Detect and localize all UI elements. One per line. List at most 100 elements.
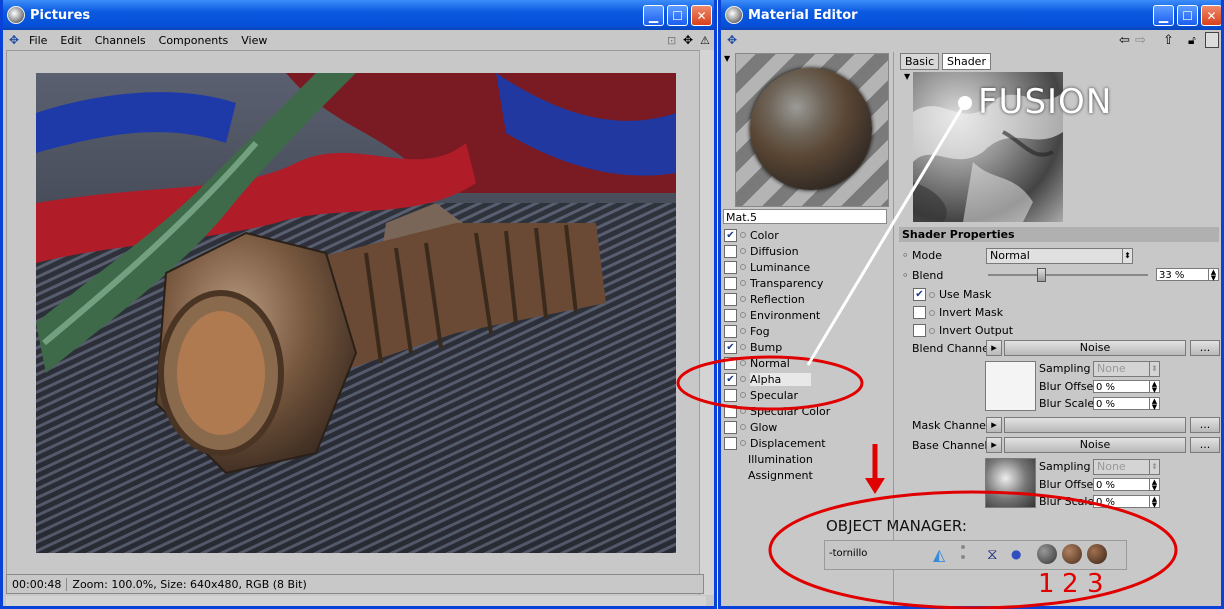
channel-luminance[interactable]: Luminance bbox=[724, 259, 894, 275]
invert-mask-checkbox[interactable] bbox=[913, 306, 926, 319]
spinner-icon[interactable]: ▲ ▼ bbox=[1208, 269, 1218, 282]
forward-arrow-icon[interactable]: ⇨ bbox=[1135, 33, 1146, 48]
warning-icon[interactable]: ⚠ bbox=[700, 34, 710, 47]
blur-scale-field[interactable]: 0 % ▲ ▼ bbox=[1093, 495, 1160, 509]
channel-checkbox[interactable] bbox=[724, 356, 737, 370]
image-viewport[interactable] bbox=[6, 50, 704, 575]
pin-icon[interactable]: ✥ bbox=[9, 33, 23, 47]
uvw-tag-icon[interactable]: ⧖ bbox=[987, 545, 998, 563]
move-icon[interactable]: ✥ bbox=[683, 33, 693, 47]
channel-checkbox[interactable]: ✔ bbox=[724, 372, 737, 386]
material-preview[interactable] bbox=[735, 53, 889, 207]
channel-displacement[interactable]: Displacement bbox=[724, 435, 894, 451]
channel-checkbox[interactable] bbox=[724, 388, 737, 402]
menu-channels[interactable]: Channels bbox=[95, 34, 146, 47]
channel-bump[interactable]: ✔ Bump bbox=[724, 339, 894, 355]
base-channel-arrow-button[interactable]: ▸ bbox=[986, 437, 1002, 453]
blend-slider-track[interactable] bbox=[988, 274, 1148, 276]
use-mask-option[interactable]: ✔ Use Mask bbox=[913, 288, 991, 301]
sampling-dropdown[interactable]: None ⬍ bbox=[1093, 459, 1160, 475]
blend-field[interactable]: 33 % ▲ ▼ bbox=[1156, 268, 1219, 282]
spinner-icon[interactable]: ▲ ▼ bbox=[1149, 398, 1159, 411]
object-manager-row[interactable]: -tornillo ◭ ⧖ ● bbox=[824, 540, 1127, 570]
base-channel-shader-button[interactable]: Noise bbox=[1004, 437, 1186, 453]
material-tag-2[interactable] bbox=[1062, 544, 1082, 564]
channel-checkbox[interactable] bbox=[724, 308, 737, 322]
channel-checkbox[interactable] bbox=[724, 276, 737, 290]
channel-environment[interactable]: Environment bbox=[724, 307, 894, 323]
channel-diffusion[interactable]: Diffusion bbox=[724, 243, 894, 259]
mode-dropdown[interactable]: Normal ⬍ bbox=[986, 248, 1133, 264]
channel-checkbox[interactable] bbox=[724, 404, 737, 418]
blend-noise-thumbnail[interactable] bbox=[985, 361, 1036, 411]
blur-offset-field[interactable]: 0 % ▲ ▼ bbox=[1093, 380, 1160, 394]
back-arrow-icon[interactable]: ⇦ bbox=[1119, 33, 1130, 48]
horizontal-scrollbar[interactable] bbox=[6, 596, 706, 606]
spinner-icon[interactable]: ▲ ▼ bbox=[1149, 496, 1159, 509]
channel-specular-color[interactable]: Specular Color bbox=[724, 403, 894, 419]
blend-channel-arrow-button[interactable]: ▸ bbox=[986, 340, 1002, 356]
minimize-button[interactable]: ▁ bbox=[1153, 5, 1174, 26]
pictures-titlebar[interactable]: Pictures ▁ ☐ ✕ bbox=[3, 0, 714, 30]
zoom-icon[interactable]: ⊡ bbox=[667, 34, 676, 47]
mask-channel-arrow-button[interactable]: ▸ bbox=[986, 417, 1002, 433]
visibility-dot-editor[interactable] bbox=[961, 545, 965, 549]
channel-color[interactable]: ✔ Color bbox=[724, 227, 894, 243]
close-button[interactable]: ✕ bbox=[691, 5, 712, 26]
visibility-dot-render[interactable] bbox=[961, 555, 965, 559]
sampling-dropdown[interactable]: None ⬍ bbox=[1093, 361, 1160, 377]
channel-checkbox[interactable] bbox=[724, 324, 737, 338]
channel-fog[interactable]: Fog bbox=[724, 323, 894, 339]
menu-components[interactable]: Components bbox=[159, 34, 229, 47]
channel-checkbox[interactable] bbox=[724, 436, 737, 450]
shader-menu-arrow-icon[interactable]: ▼ bbox=[904, 72, 910, 81]
channel-normal[interactable]: Normal bbox=[724, 355, 894, 371]
new-window-icon[interactable] bbox=[1205, 32, 1219, 48]
channel-checkbox[interactable] bbox=[724, 260, 737, 274]
channel-assignment[interactable]: Assignment bbox=[724, 467, 894, 483]
maximize-button[interactable]: ☐ bbox=[667, 5, 688, 26]
spinner-icon[interactable]: ▲ ▼ bbox=[1149, 479, 1159, 492]
channel-glow[interactable]: Glow bbox=[724, 419, 894, 435]
base-noise-thumbnail[interactable] bbox=[985, 458, 1036, 508]
use-mask-checkbox[interactable]: ✔ bbox=[913, 288, 926, 301]
spinner-icon[interactable]: ▲ ▼ bbox=[1149, 381, 1159, 394]
blend-slider-handle[interactable] bbox=[1036, 268, 1046, 282]
channel-specular[interactable]: Specular bbox=[724, 387, 894, 403]
pin-icon[interactable]: ✥ bbox=[727, 33, 741, 47]
mask-channel-shader-button[interactable] bbox=[1004, 417, 1186, 433]
blend-channel-more-button[interactable]: ... bbox=[1190, 340, 1220, 356]
menu-edit[interactable]: Edit bbox=[60, 34, 81, 47]
tab-basic[interactable]: Basic bbox=[900, 53, 940, 70]
channel-checkbox[interactable] bbox=[724, 292, 737, 306]
invert-output-checkbox[interactable] bbox=[913, 324, 926, 337]
channel-checkbox[interactable] bbox=[724, 420, 737, 434]
lock-icon[interactable]: 🔓︎ bbox=[1188, 33, 1196, 48]
material-tag-1[interactable] bbox=[1037, 544, 1057, 564]
object-name[interactable]: -tornillo bbox=[829, 548, 867, 559]
channel-checkbox[interactable]: ✔ bbox=[724, 228, 737, 242]
menu-view[interactable]: View bbox=[241, 34, 267, 47]
tab-shader[interactable]: Shader bbox=[942, 53, 991, 70]
minimize-button[interactable]: ▁ bbox=[643, 5, 664, 26]
up-arrow-icon[interactable]: ⇧ bbox=[1163, 33, 1174, 48]
preview-menu-arrow-icon[interactable]: ▼ bbox=[724, 54, 730, 63]
close-button[interactable]: ✕ bbox=[1201, 5, 1221, 26]
channel-transparency[interactable]: Transparency bbox=[724, 275, 894, 291]
blur-scale-field[interactable]: 0 % ▲ ▼ bbox=[1093, 397, 1160, 411]
maximize-button[interactable]: ☐ bbox=[1177, 5, 1198, 26]
base-channel-more-button[interactable]: ... bbox=[1190, 437, 1220, 453]
channel-checkbox[interactable] bbox=[724, 244, 737, 258]
invert-mask-option[interactable]: Invert Mask bbox=[913, 306, 1003, 319]
channel-alpha[interactable]: ✔ Alpha bbox=[724, 371, 894, 387]
channel-checkbox[interactable]: ✔ bbox=[724, 340, 737, 354]
menu-file[interactable]: File bbox=[29, 34, 47, 47]
material-name-field[interactable]: Mat.5 bbox=[723, 209, 887, 224]
material-tag-3[interactable] bbox=[1087, 544, 1107, 564]
phong-tag-icon[interactable]: ● bbox=[1011, 547, 1021, 561]
channel-illumination[interactable]: Illumination bbox=[724, 451, 894, 467]
material-editor-titlebar[interactable]: Material Editor ▁ ☐ ✕ bbox=[721, 0, 1221, 30]
vertical-scrollbar[interactable] bbox=[699, 50, 714, 595]
mask-channel-more-button[interactable]: ... bbox=[1190, 417, 1220, 433]
invert-output-option[interactable]: Invert Output bbox=[913, 324, 1013, 337]
